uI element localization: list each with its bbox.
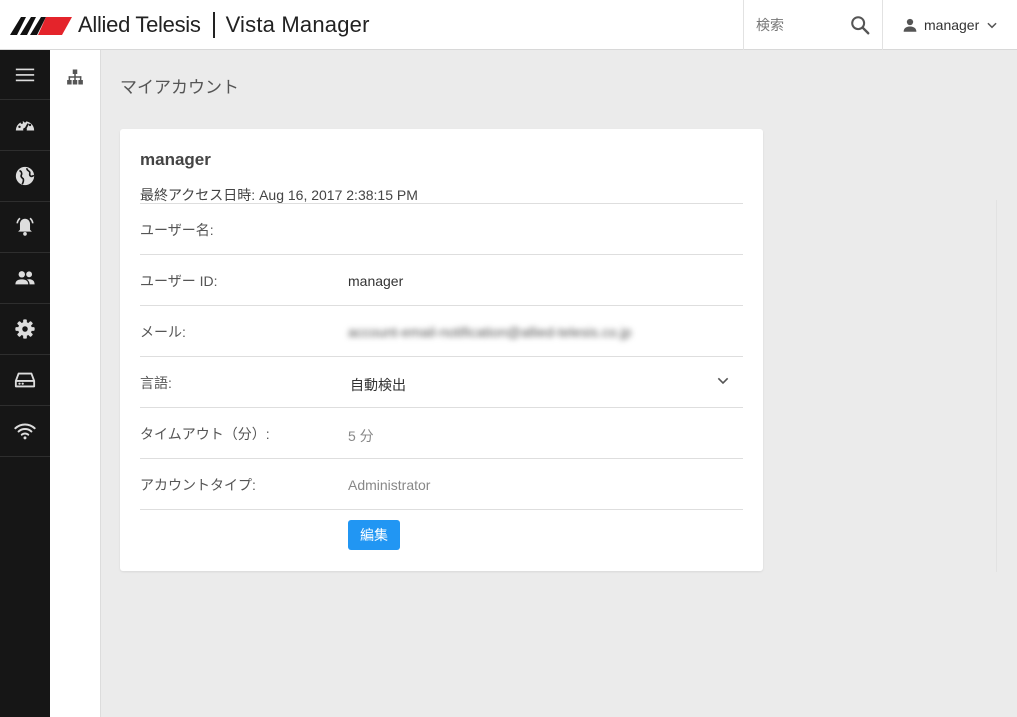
scroll-divider bbox=[996, 200, 997, 572]
userid-row: ユーザー ID: manager bbox=[140, 254, 743, 305]
timeout-value: 5 分 bbox=[348, 428, 374, 444]
language-label: 言語: bbox=[140, 375, 172, 391]
app-header: Allied Telesis Vista Manager manager bbox=[0, 0, 1017, 50]
search-input[interactable] bbox=[756, 17, 846, 33]
language-row: 言語: 自動検出 bbox=[140, 356, 743, 407]
chevron-down-icon[interactable] bbox=[715, 373, 731, 389]
timeout-row: タイムアウト（分）: 5 分 bbox=[140, 407, 743, 458]
sidebar-item-network[interactable] bbox=[0, 151, 50, 202]
users-icon bbox=[15, 271, 35, 285]
email-label: メール: bbox=[140, 324, 186, 340]
menu-icon bbox=[15, 68, 35, 81]
allied-telesis-logo-icon bbox=[10, 16, 72, 35]
dashboard-icon bbox=[15, 120, 35, 132]
page-title: マイアカウント bbox=[120, 78, 239, 97]
userid-value: manager bbox=[348, 273, 404, 289]
email-row: メール: account-email-notification@allied-t… bbox=[140, 305, 743, 356]
email-value: account-email-notification@allied-telesi… bbox=[348, 324, 632, 340]
edit-button[interactable]: 編集 bbox=[348, 520, 400, 550]
sidebar-item-alarms[interactable] bbox=[0, 202, 50, 253]
sub-panel bbox=[50, 50, 101, 717]
brand-divider bbox=[212, 11, 215, 38]
search-icon[interactable] bbox=[849, 14, 871, 36]
sidebar-item-users[interactable] bbox=[0, 253, 50, 304]
last-access: 最終アクセス日時: Aug 16, 2017 2:38:15 PM bbox=[140, 187, 418, 203]
language-select[interactable]: 自動検出 bbox=[350, 375, 406, 395]
logo[interactable]: Allied Telesis Vista Manager bbox=[0, 0, 370, 50]
globe-icon bbox=[15, 166, 35, 186]
account-type-label: アカウントタイプ: bbox=[140, 477, 256, 493]
userid-label: ユーザー ID: bbox=[140, 273, 218, 289]
wifi-icon bbox=[14, 423, 36, 440]
account-name: manager bbox=[140, 150, 211, 169]
search-box bbox=[743, 0, 883, 50]
chevron-down-icon bbox=[987, 22, 997, 29]
username-label: ユーザー名: bbox=[140, 222, 214, 238]
sidebar-item-menu[interactable] bbox=[0, 50, 50, 100]
gear-icon bbox=[15, 319, 35, 339]
account-type-row: アカウントタイプ: Administrator bbox=[140, 458, 743, 509]
timeout-label: タイムアウト（分）: bbox=[140, 426, 270, 442]
sidebar-item-wireless[interactable] bbox=[0, 406, 50, 457]
sidebar-item-settings[interactable] bbox=[0, 304, 50, 355]
username-row: ユーザー名: bbox=[140, 203, 743, 254]
account-card: manager 最終アクセス日時: Aug 16, 2017 2:38:15 P… bbox=[120, 129, 763, 571]
user-menu[interactable]: manager bbox=[882, 0, 1017, 50]
alarm-icon bbox=[16, 217, 34, 236]
account-type-value: Administrator bbox=[348, 477, 431, 493]
product-name: Vista Manager bbox=[225, 11, 370, 37]
sitemap-icon[interactable] bbox=[66, 68, 84, 86]
sidebar-item-dashboard[interactable] bbox=[0, 100, 50, 151]
person-icon bbox=[903, 18, 917, 32]
user-name: manager bbox=[924, 17, 980, 33]
divider bbox=[140, 509, 743, 510]
sidebar bbox=[0, 50, 50, 717]
storage-icon bbox=[14, 372, 36, 388]
sidebar-item-storage[interactable] bbox=[0, 355, 50, 406]
brand-name: Allied Telesis bbox=[78, 11, 201, 37]
